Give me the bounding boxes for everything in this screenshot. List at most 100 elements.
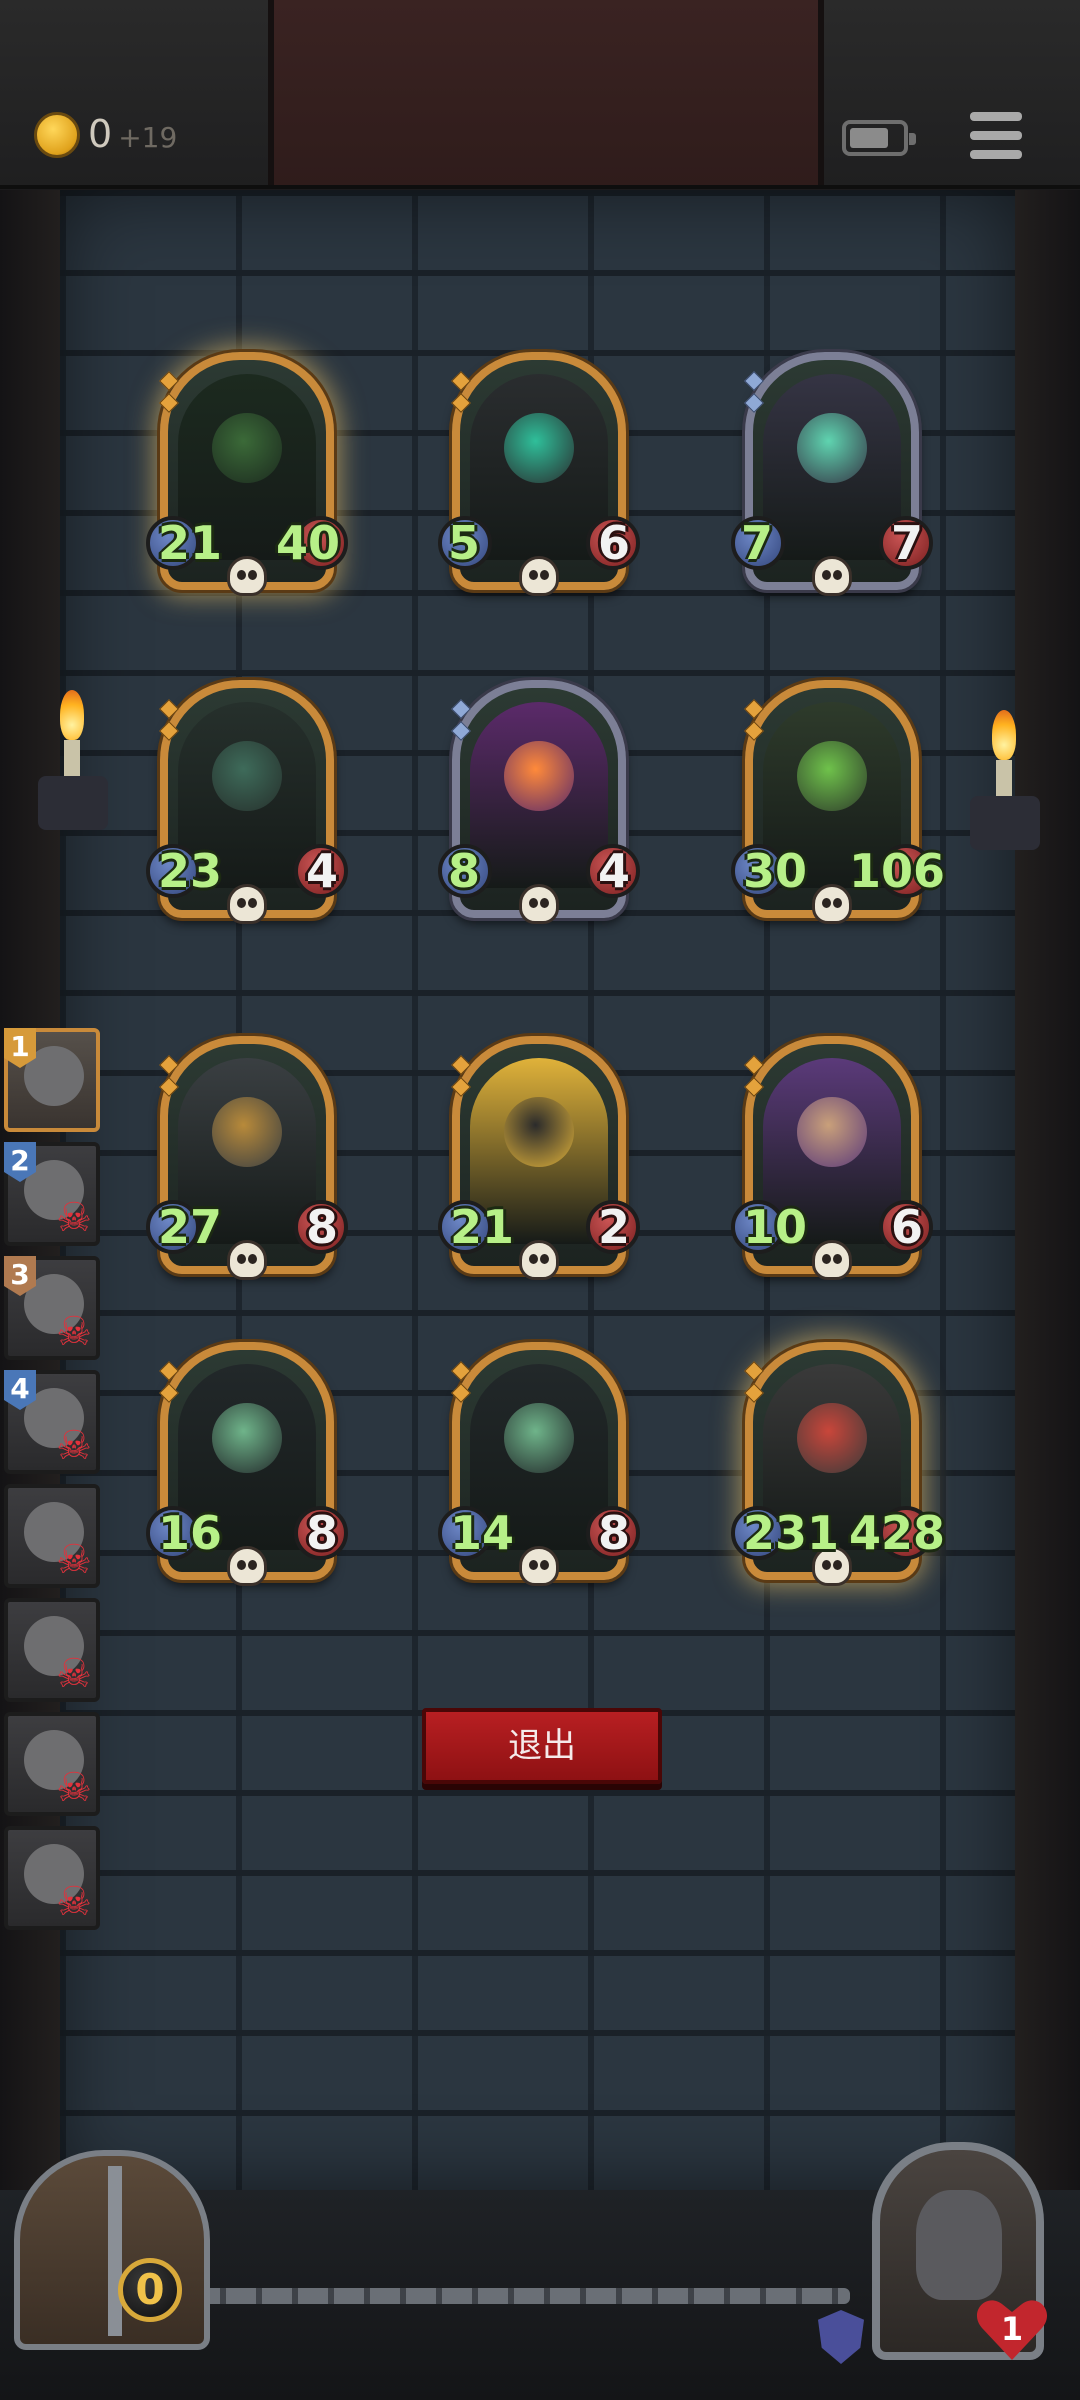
chest-counter: 0: [118, 2258, 182, 2322]
battery-icon: [842, 120, 916, 156]
card-attack: 5: [448, 516, 481, 570]
skull-icon: [227, 556, 267, 596]
card-health: 7: [890, 516, 923, 570]
skull-crossbones-icon: ☠: [56, 1651, 92, 1697]
card-health: 106: [848, 844, 945, 898]
skull-icon: [227, 1240, 267, 1280]
unit-card[interactable]: 10 6: [731, 1036, 933, 1280]
skull-icon: [227, 1546, 267, 1586]
card-attack: 30: [743, 844, 808, 898]
skull-icon: [227, 884, 267, 924]
roster-slot[interactable]: 3 ☠: [4, 1256, 100, 1360]
cat-hero-avatar: [916, 2190, 1002, 2300]
card-attack: 23: [158, 844, 223, 898]
unit-card[interactable]: 27 8: [146, 1036, 348, 1280]
fire-boar-portrait: [504, 741, 574, 812]
tier-gems-icon: [451, 699, 471, 746]
card-health: 8: [597, 1506, 630, 1560]
steampunk-contraption-portrait: [212, 1097, 282, 1168]
skull-crossbones-icon: ☠: [56, 1765, 92, 1811]
left-torch-icon: [38, 690, 108, 830]
skull-icon: [812, 556, 852, 596]
roster-slot[interactable]: ☠: [4, 1826, 100, 1930]
tier-gems-icon: [744, 1361, 764, 1408]
roster-slot[interactable]: ☠: [4, 1598, 100, 1702]
card-attack: 21: [450, 1200, 515, 1254]
demon-green-vortex-portrait: [504, 413, 574, 484]
unit-card[interactable]: 30 106: [731, 680, 945, 924]
roster-slot[interactable]: 4 ☠: [4, 1370, 100, 1474]
unit-card[interactable]: 23 4: [146, 680, 348, 924]
tier-gems-icon: [451, 371, 471, 418]
skull-crossbones-icon: ☠: [56, 1537, 92, 1583]
card-attack: 21: [158, 516, 223, 570]
card-attack: 7: [741, 516, 774, 570]
card-attack: 10: [743, 1200, 808, 1254]
right-torch-icon: [970, 710, 1040, 850]
unit-card[interactable]: 56: [438, 352, 640, 596]
tier-gems-icon: [744, 1055, 764, 1102]
card-health: 8: [305, 1200, 338, 1254]
hooded-skeleton-green-portrait: [504, 1403, 574, 1474]
skull-icon: [519, 884, 559, 924]
roster-slot[interactable]: ☠: [4, 1484, 100, 1588]
skull-icon: [812, 1240, 852, 1280]
skull-icon: [519, 1240, 559, 1280]
masked-bomber-portrait: [504, 1097, 574, 1168]
card-health: 4: [305, 844, 338, 898]
unit-card[interactable]: 84: [438, 680, 640, 924]
skull-crossbones-icon: ☠: [56, 1879, 92, 1925]
treasure-chest-icon[interactable]: [14, 2150, 210, 2350]
gold-amount: 0: [88, 112, 113, 156]
tier-gems-icon: [159, 699, 179, 746]
card-health: 6: [597, 516, 630, 570]
gold-counter: 0 +19: [88, 112, 177, 156]
hooded-skeleton-green-portrait: [212, 1403, 282, 1474]
mimic-chest-monster-portrait: [212, 741, 282, 812]
card-attack: 231: [743, 1506, 840, 1560]
tier-gems-icon: [451, 1055, 471, 1102]
skull-crossbones-icon: ☠: [56, 1195, 92, 1241]
top-banner: [268, 0, 824, 185]
right-wall-frame: [1015, 190, 1080, 2190]
lives-heart-icon: 1: [976, 2296, 1048, 2362]
card-attack: 8: [448, 844, 481, 898]
menu-button[interactable]: [970, 112, 1022, 160]
leaf-haired-girl-portrait: [797, 741, 867, 812]
airship-bomb-portrait: [797, 1097, 867, 1168]
tier-gems-icon: [744, 699, 764, 746]
tier-gems-icon: [159, 1361, 179, 1408]
chain-decoration: [190, 2288, 850, 2304]
gold-income: +19: [118, 121, 178, 154]
roster-slot[interactable]: ☠: [4, 1712, 100, 1816]
roster-slot[interactable]: 2 ☠: [4, 1142, 100, 1246]
skull-icon: [812, 884, 852, 924]
tier-gems-icon: [744, 371, 764, 418]
unit-card[interactable]: 231 428: [731, 1342, 945, 1586]
card-health: 6: [890, 1200, 923, 1254]
tier-gems-icon: [451, 1361, 471, 1408]
skull-crossbones-icon: ☠: [56, 1309, 92, 1355]
card-health: 40: [275, 516, 340, 570]
card-health: 2: [597, 1200, 630, 1254]
roster-slot[interactable]: 1: [4, 1028, 100, 1132]
unit-card[interactable]: 14 8: [438, 1342, 640, 1586]
tier-gems-icon: [159, 371, 179, 418]
ghost-flame-skeleton-portrait: [797, 413, 867, 484]
card-health: 4: [597, 844, 630, 898]
gold-coin-icon: [34, 112, 80, 158]
skull-icon: [519, 556, 559, 596]
horned-skeleton-reaper-portrait: [212, 413, 282, 484]
skull-crossbones-icon: ☠: [56, 1423, 92, 1469]
unit-card[interactable]: 21 2: [438, 1036, 640, 1280]
skull-icon: [519, 1546, 559, 1586]
unit-card[interactable]: 77: [731, 352, 933, 596]
card-attack: 14: [450, 1506, 515, 1560]
card-health: 428: [848, 1506, 945, 1560]
card-health: 8: [305, 1506, 338, 1560]
unit-card[interactable]: 21 40: [146, 352, 348, 596]
top-bar: 0 +19: [0, 0, 1080, 189]
exit-button[interactable]: 退出: [422, 1708, 662, 1784]
unit-card[interactable]: 16 8: [146, 1342, 348, 1586]
card-attack: 27: [158, 1200, 223, 1254]
